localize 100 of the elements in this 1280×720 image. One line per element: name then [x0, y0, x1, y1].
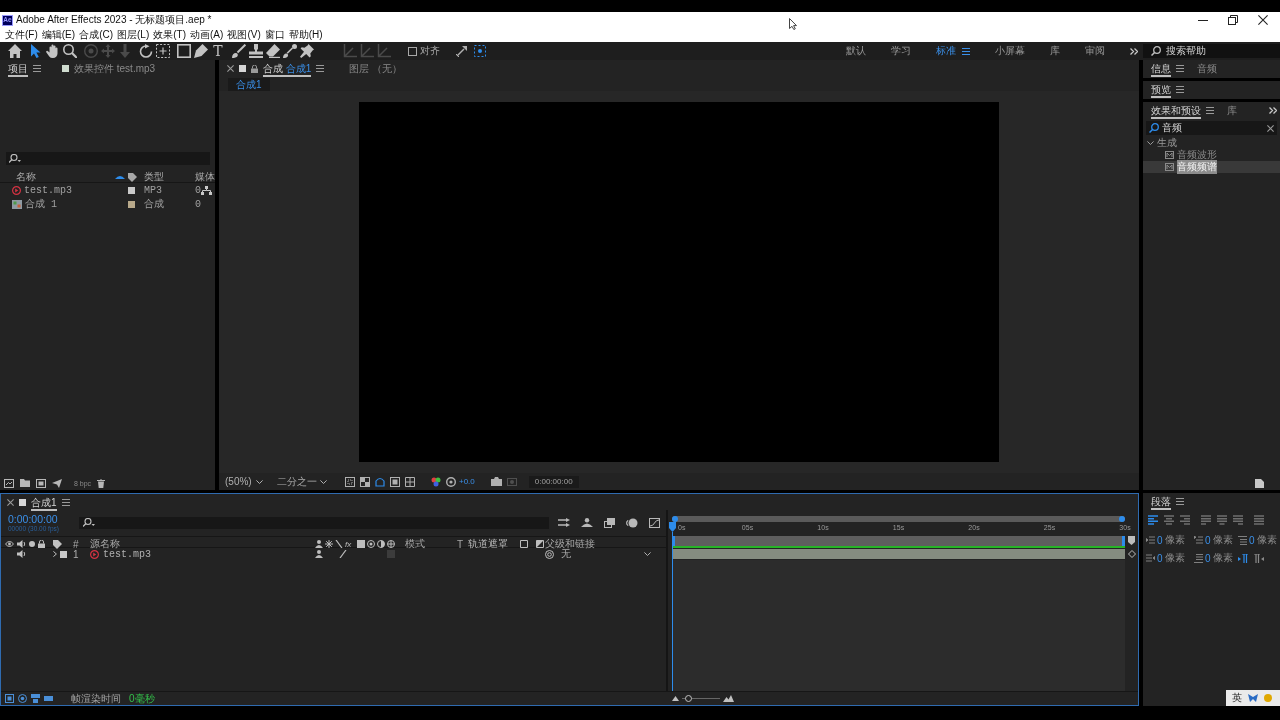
dashed-square-icon[interactable]	[345, 476, 355, 487]
half-circle-icon[interactable]	[377, 540, 385, 548]
lock-icon[interactable]	[251, 64, 258, 73]
search-field[interactable]	[79, 516, 549, 529]
workspace-tab[interactable]: 小屏幕	[995, 44, 1025, 58]
stamp-icon[interactable]	[249, 44, 263, 58]
panel-tab[interactable]: 效果控件 test.mp3	[74, 60, 156, 77]
composition-tab[interactable]: 合成 合成1	[263, 60, 312, 77]
double-chevron-icon[interactable]	[1269, 107, 1277, 114]
slider-thumb[interactable]	[685, 695, 693, 702]
ring-dot-icon[interactable]	[446, 476, 456, 487]
panel-menu-icon[interactable]	[61, 498, 70, 506]
indent-value[interactable]: 0	[1205, 552, 1211, 564]
indent-value[interactable]: 0	[1205, 534, 1211, 546]
magnifier-icon[interactable]	[63, 44, 77, 58]
mountain-large-icon[interactable]	[723, 695, 734, 702]
close-icon[interactable]	[1258, 15, 1268, 25]
menu-item[interactable]: 文件(F)	[5, 28, 38, 42]
stacked-frames-icon[interactable]	[604, 517, 615, 528]
double-chevron-icon[interactable]	[1130, 47, 1138, 55]
snap-checkbox[interactable]	[408, 46, 417, 56]
color-dots-icon[interactable]	[431, 476, 441, 487]
camera-icon[interactable]	[490, 477, 502, 486]
rectangle-icon[interactable]	[177, 44, 191, 58]
align-left-icon[interactable]	[1148, 515, 1158, 525]
panel-menu-icon[interactable]	[1206, 107, 1214, 114]
column-header[interactable]: 类型	[144, 170, 164, 184]
grid-icon[interactable]	[405, 476, 415, 487]
menu-item[interactable]: 窗口	[264, 28, 285, 42]
panel-tab[interactable]: 预览	[1151, 81, 1171, 98]
align-justify-left-icon[interactable]	[1201, 515, 1211, 525]
eraser-icon[interactable]	[266, 44, 280, 58]
person-icon[interactable]	[315, 550, 323, 558]
crosshair-icon[interactable]	[387, 540, 395, 548]
square-outline-icon[interactable]	[520, 540, 528, 548]
panel-tab[interactable]: 项目	[8, 60, 28, 77]
pen-nib-icon[interactable]	[194, 44, 208, 58]
frame-icon[interactable]	[390, 476, 400, 487]
align-justify-center-icon[interactable]	[1217, 515, 1227, 525]
indent-value[interactable]: 0	[1249, 534, 1255, 546]
search-field[interactable]: 音频	[1146, 121, 1277, 135]
dotted-square-icon[interactable]	[156, 44, 170, 58]
workspace-tab[interactable]: 库	[1050, 44, 1060, 58]
page-icon[interactable]	[1255, 478, 1264, 488]
menu-item[interactable]: 合成(C)	[79, 28, 113, 42]
panel-tab[interactable]: 库	[1227, 102, 1237, 119]
eye-icon[interactable]	[5, 541, 14, 547]
double-arrow-icon[interactable]	[558, 518, 570, 527]
framed-square-icon[interactable]	[36, 478, 46, 488]
item-name[interactable]: 合成 1	[25, 197, 57, 211]
workspace-tab[interactable]: 标准	[936, 44, 956, 58]
panel-menu-icon[interactable]	[962, 47, 970, 55]
trash-icon[interactable]	[97, 478, 106, 488]
stacked-blocks-icon[interactable]	[31, 694, 40, 703]
resolution-dropdown[interactable]: 二分之一	[275, 475, 329, 488]
column-header[interactable]: 父级和链接	[545, 537, 595, 551]
ring-dot-icon[interactable]	[367, 540, 375, 548]
input-method-label[interactable]: 英	[1232, 691, 1242, 705]
pushpin-icon[interactable]	[300, 44, 314, 58]
current-time[interactable]: 0:00:00:00	[8, 512, 58, 525]
panel-menu-icon[interactable]	[1176, 497, 1184, 505]
panel-tab[interactable]: 效果和预设	[1151, 102, 1201, 119]
end-marker-icon[interactable]	[1128, 536, 1135, 545]
column-header[interactable]: 名称	[16, 170, 36, 184]
sort-arrow-icon[interactable]	[115, 175, 125, 179]
person-icon[interactable]	[315, 540, 323, 548]
lock-icon[interactable]	[38, 540, 45, 548]
layer-tab[interactable]: 图层 （无）	[349, 60, 403, 77]
search-field[interactable]	[6, 152, 210, 165]
tag-icon[interactable]	[53, 539, 62, 549]
close-icon[interactable]	[1267, 124, 1274, 132]
filled-rectangle-icon[interactable]	[44, 694, 53, 703]
speaker-icon[interactable]	[17, 540, 26, 548]
diamond-icon[interactable]	[1128, 550, 1136, 558]
panel-menu-icon[interactable]	[1176, 65, 1184, 72]
parent-dropdown[interactable]: 无	[558, 548, 654, 560]
panel-tab[interactable]: 段落	[1151, 493, 1171, 510]
column-header[interactable]: 模式	[405, 537, 425, 551]
paper-plane-icon[interactable]	[52, 478, 62, 488]
indent-value[interactable]: 0	[1157, 552, 1163, 564]
column-header[interactable]: fx	[345, 539, 355, 549]
brush-icon[interactable]	[232, 44, 246, 58]
item-name[interactable]: test.mp3	[24, 185, 72, 196]
half-square-icon[interactable]	[536, 540, 544, 548]
restore-icon[interactable]	[1228, 15, 1238, 25]
menu-item[interactable]: 效果(T)	[153, 28, 187, 42]
menu-item[interactable]: 帮助(H)	[288, 28, 323, 42]
align-justify-all-icon[interactable]	[1254, 515, 1264, 525]
diagonal-arrow-icon[interactable]	[456, 45, 468, 57]
workspace-tab[interactable]: 学习	[891, 44, 911, 58]
person-bust-icon[interactable]	[581, 518, 593, 527]
hand-icon[interactable]	[46, 44, 60, 58]
folder-icon[interactable]	[20, 479, 30, 487]
tree-item[interactable]: 音频波形	[1143, 149, 1280, 161]
column-header[interactable]: 媒体	[195, 170, 215, 184]
panel-menu-icon[interactable]	[316, 65, 325, 72]
concentric-circles-icon[interactable]	[545, 549, 554, 559]
framed-square-icon[interactable]	[5, 694, 14, 703]
menu-item[interactable]: 视图(V)	[227, 28, 261, 42]
timecode-field[interactable]: 0:00:00:00	[528, 475, 579, 488]
